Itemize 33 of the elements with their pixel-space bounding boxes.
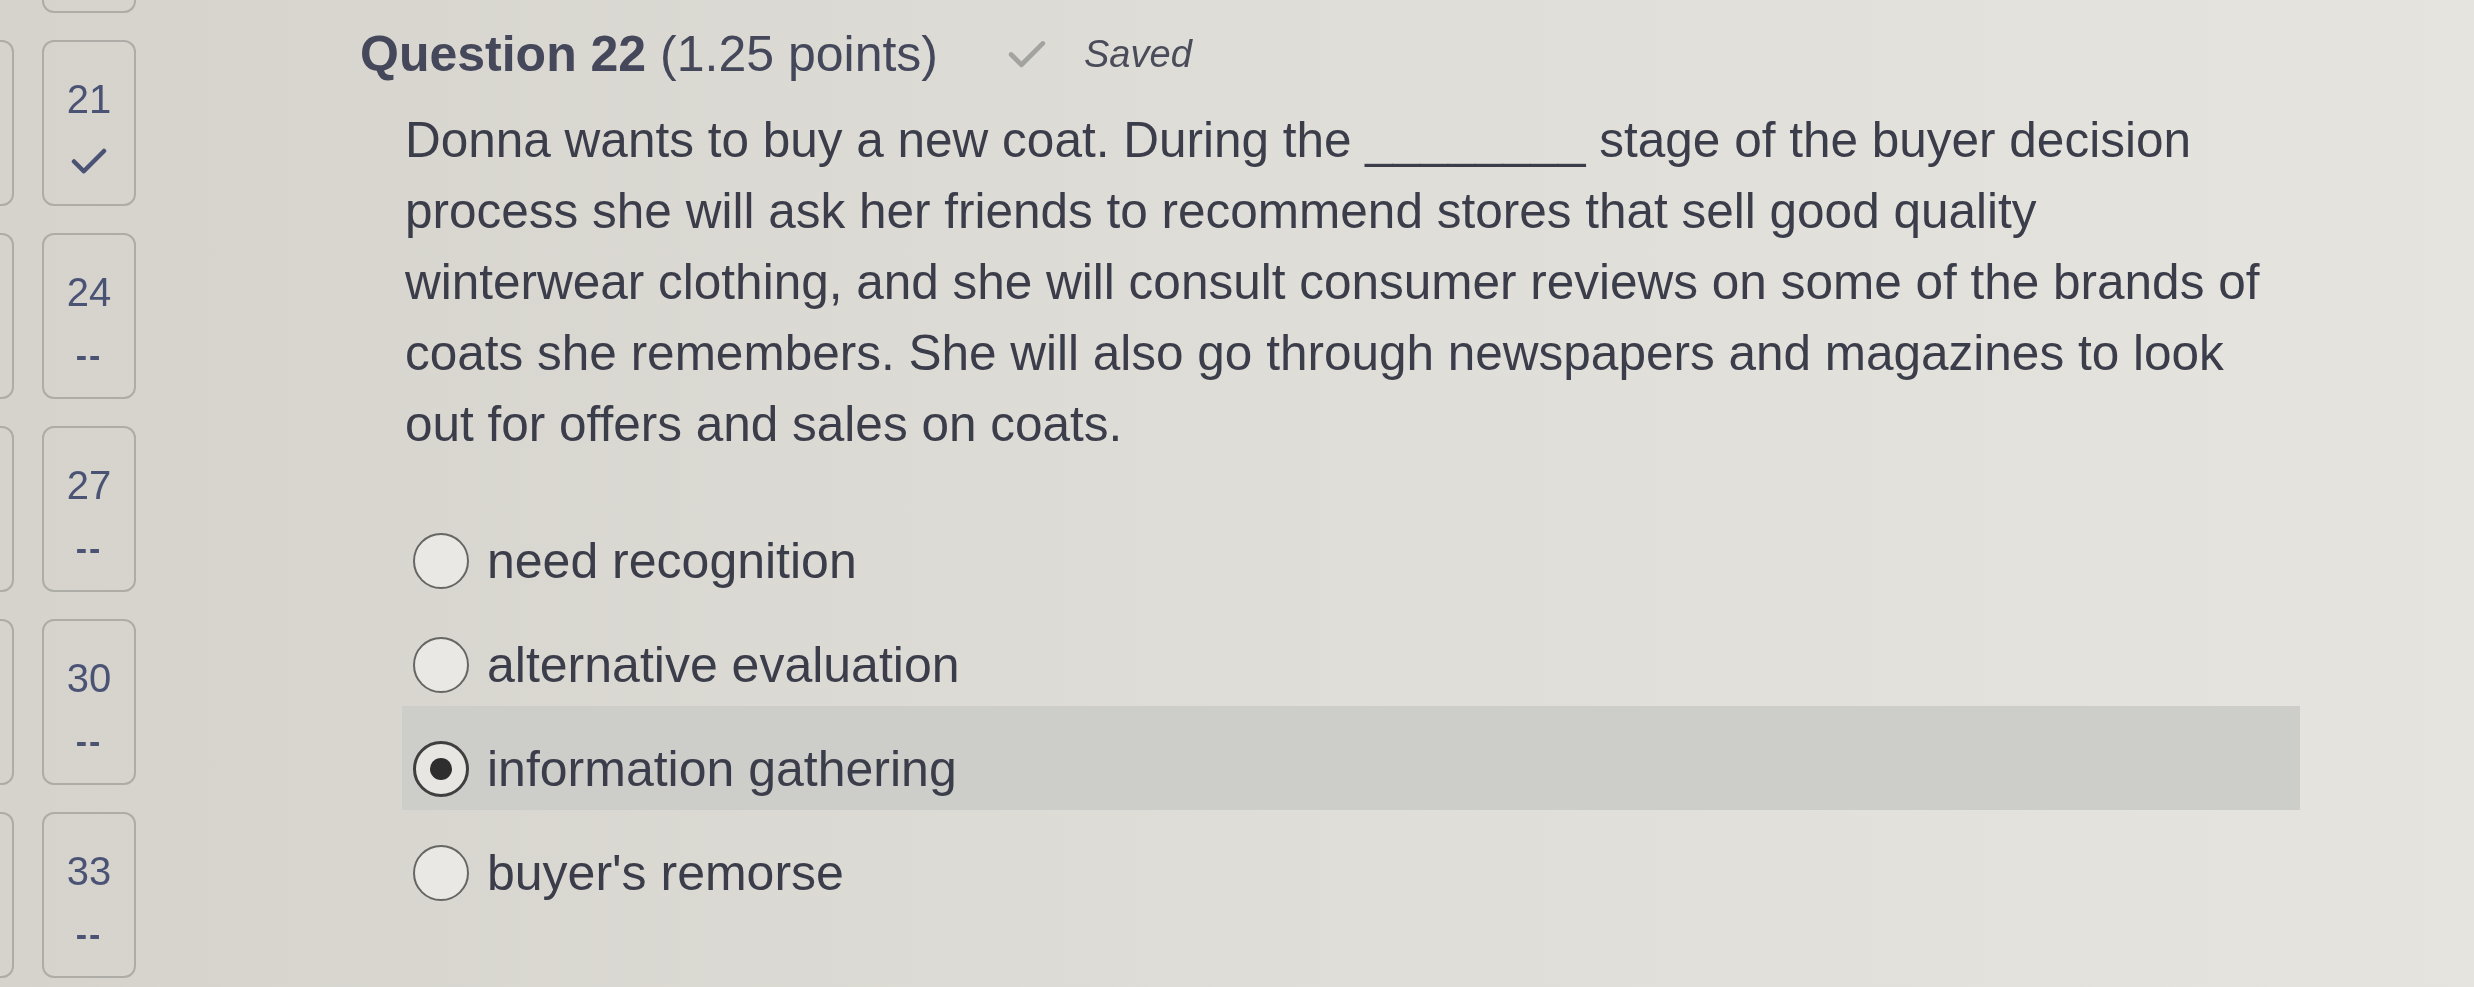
answer-option[interactable]: buyer's remorse (413, 844, 844, 902)
radio-button[interactable] (413, 533, 469, 589)
question-nav-card[interactable]: 24 -- (42, 233, 136, 399)
question-nav-card[interactable]: 27 -- (42, 426, 136, 592)
check-icon (1008, 39, 1046, 69)
question-nav-card[interactable] (0, 426, 14, 592)
unanswered-mark: -- (75, 335, 103, 375)
check-icon (71, 148, 107, 175)
question-number: 24 (66, 269, 112, 315)
question-nav-card[interactable]: 33 -- (42, 812, 136, 978)
question-number: 21 (66, 76, 112, 122)
question-title: Question 22 (1.25 points) (360, 26, 938, 82)
unanswered-mark: -- (75, 528, 103, 568)
unanswered-mark: -- (75, 721, 103, 761)
radio-button[interactable] (413, 637, 469, 693)
question-nav-card[interactable] (0, 233, 14, 399)
question-nav-card[interactable]: 21 (42, 40, 136, 206)
question-number: 33 (66, 848, 112, 894)
question-number: 27 (66, 462, 112, 508)
question-nav-card[interactable] (0, 812, 14, 978)
answer-option[interactable]: information gathering (413, 740, 957, 798)
unanswered-mark: -- (75, 914, 103, 954)
question-number: 30 (66, 655, 112, 701)
radio-button[interactable] (413, 741, 469, 797)
answer-option[interactable]: need recognition (413, 532, 857, 590)
question-nav-card[interactable]: 30 -- (42, 619, 136, 785)
question-prompt: Donna wants to buy a new coat. During the ________ stage of the buyer decision process she will ask her friends to recommend stores that sell good quality winterwear clothing, and she will consult consumer reviews on some of the brands of coats she remembers. She will also go through newspapers and magazines to look out for offers and sales on coats. (405, 111, 2261, 453)
question-nav-card[interactable] (0, 619, 14, 785)
radio-button[interactable] (413, 845, 469, 901)
answer-option[interactable]: alternative evaluation (413, 636, 960, 694)
question-nav-card[interactable] (0, 40, 14, 206)
question-nav-card[interactable] (42, 0, 136, 13)
save-status: Saved (1084, 32, 1192, 77)
